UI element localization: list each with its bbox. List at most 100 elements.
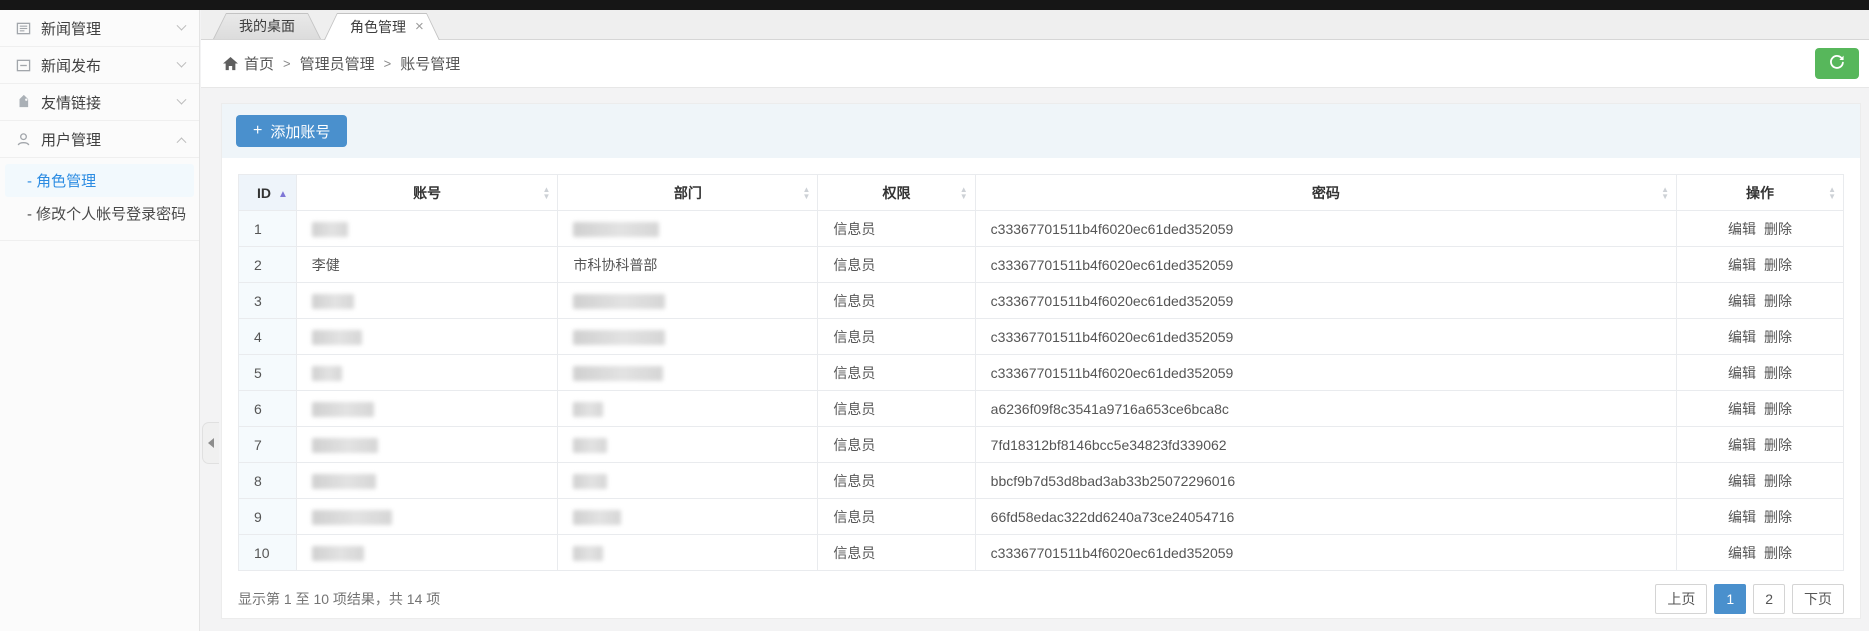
- column-header-label: 操作: [1746, 185, 1774, 201]
- cell-actions: 编辑删除: [1677, 247, 1844, 283]
- sidebar-item-label: 友情链接: [41, 92, 101, 113]
- cell-department: [558, 211, 818, 247]
- sidebar-item-label: 用户管理: [41, 129, 101, 150]
- cell-id: 4: [239, 319, 297, 355]
- refresh-icon: [1829, 54, 1845, 73]
- redacted-value: [573, 330, 665, 345]
- sort-arrows-icon: ▲▼: [960, 186, 968, 200]
- delete-link[interactable]: 删除: [1764, 257, 1792, 273]
- cell-role: 信息员: [818, 211, 975, 247]
- breadcrumb-home[interactable]: 首页: [244, 53, 274, 74]
- refresh-button[interactable]: [1815, 48, 1859, 79]
- redacted-value: [573, 438, 607, 453]
- cell-account: [296, 499, 558, 535]
- column-header[interactable]: 权限 ▲▼: [818, 175, 975, 211]
- sidebar-item-friendly-links[interactable]: 友情链接: [0, 84, 199, 121]
- edit-link[interactable]: 编辑: [1728, 437, 1756, 453]
- sort-arrows-icon: ▲▼: [542, 186, 550, 200]
- cell-id: 3: [239, 283, 297, 319]
- cell-account: [296, 463, 558, 499]
- cell-role: 信息员: [818, 463, 975, 499]
- tab-label: 我的桌面: [239, 16, 295, 36]
- home-icon: [223, 57, 238, 71]
- column-header-label: 账号: [413, 185, 441, 201]
- delete-link[interactable]: 删除: [1764, 365, 1792, 381]
- column-header-label: ID: [257, 185, 271, 201]
- sidebar-subitem-role-management[interactable]: - 角色管理: [5, 164, 194, 197]
- table-body: 1信息员c33367701511b4f6020ec61ded352059编辑删除…: [239, 211, 1844, 571]
- cell-id: 10: [239, 535, 297, 571]
- edit-link[interactable]: 编辑: [1728, 293, 1756, 309]
- collapse-left-arrow-icon: [208, 438, 214, 448]
- column-header[interactable]: 操作 ▲▼: [1677, 175, 1844, 211]
- redacted-value: [312, 510, 392, 525]
- delete-link[interactable]: 删除: [1764, 329, 1792, 345]
- cell-department: [558, 499, 818, 535]
- redacted-value: [312, 438, 378, 453]
- user-icon: [14, 131, 32, 147]
- add-account-button[interactable]: + 添加账号: [236, 115, 347, 147]
- delete-link[interactable]: 删除: [1764, 293, 1792, 309]
- cell-actions: 编辑删除: [1677, 391, 1844, 427]
- pagination-prev-button[interactable]: 上页: [1655, 584, 1707, 614]
- edit-link[interactable]: 编辑: [1728, 473, 1756, 489]
- edit-link[interactable]: 编辑: [1728, 401, 1756, 417]
- edit-link[interactable]: 编辑: [1728, 545, 1756, 561]
- delete-link[interactable]: 删除: [1764, 473, 1792, 489]
- chevron-down-icon: [177, 57, 187, 67]
- cell-id: 6: [239, 391, 297, 427]
- cell-id: 1: [239, 211, 297, 247]
- newspaper-icon: [14, 20, 32, 36]
- cell-role: 信息员: [818, 499, 975, 535]
- cell-id: 7: [239, 427, 297, 463]
- breadcrumb-separator: >: [384, 56, 392, 71]
- tab-my-desktop[interactable]: 我的桌面: [213, 13, 321, 39]
- breadcrumb-account-management[interactable]: 账号管理: [400, 53, 460, 74]
- edit-link[interactable]: 编辑: [1728, 329, 1756, 345]
- cell-actions: 编辑删除: [1677, 499, 1844, 535]
- redacted-value: [312, 222, 348, 237]
- sidebar-item-user-management[interactable]: 用户管理: [0, 121, 199, 158]
- redacted-value: [573, 402, 603, 417]
- delete-link[interactable]: 删除: [1764, 545, 1792, 561]
- edit-link[interactable]: 编辑: [1728, 365, 1756, 381]
- column-header[interactable]: 部门▲▼: [558, 175, 818, 211]
- column-header-label: 密码: [1312, 185, 1340, 201]
- app-window: 新闻管理 新闻发布 友情链接 用户管理 - 角色管理: [0, 0, 1869, 631]
- table-row: 6信息员a6236f09f8c3541a9716a653ce6bca8c编辑删除: [239, 391, 1844, 427]
- delete-link[interactable]: 删除: [1764, 437, 1792, 453]
- sidebar-item-news-management[interactable]: 新闻管理: [0, 10, 199, 47]
- cell-password: 66fd58edac322dd6240a73ce24054716: [975, 499, 1676, 535]
- sort-arrows-icon: ▲▼: [1828, 186, 1836, 200]
- sidebar-collapse-handle[interactable]: [202, 422, 219, 464]
- delete-link[interactable]: 删除: [1764, 509, 1792, 525]
- redacted-value: [573, 474, 607, 489]
- pagination-page-1-button[interactable]: 1: [1714, 584, 1746, 614]
- cell-actions: 编辑删除: [1677, 319, 1844, 355]
- sidebar-subitem-change-password[interactable]: - 修改个人帐号登录密码: [0, 197, 199, 230]
- edit-link[interactable]: 编辑: [1728, 509, 1756, 525]
- edit-link[interactable]: 编辑: [1728, 257, 1756, 273]
- pagination-page-2-button[interactable]: 2: [1753, 584, 1785, 614]
- redacted-value: [312, 402, 374, 417]
- column-header[interactable]: ID▲: [239, 175, 297, 211]
- cell-account: 李健: [296, 247, 558, 283]
- pagination-next-button[interactable]: 下页: [1792, 584, 1844, 614]
- sidebar-item-news-publish[interactable]: 新闻发布: [0, 47, 199, 84]
- tab-close-icon[interactable]: ×: [415, 19, 424, 34]
- column-header-label: 权限: [883, 185, 911, 201]
- cell-role: 信息员: [818, 355, 975, 391]
- delete-link[interactable]: 删除: [1764, 221, 1792, 237]
- redacted-value: [573, 510, 621, 525]
- tab-bar: 我的桌面 角色管理 ×: [201, 10, 1869, 40]
- delete-link[interactable]: 删除: [1764, 401, 1792, 417]
- top-black-bar: [0, 0, 1869, 10]
- column-header[interactable]: 账号 ▲▼: [296, 175, 558, 211]
- tab-role-management[interactable]: 角色管理 ×: [324, 13, 440, 40]
- breadcrumb-admin-management[interactable]: 管理员管理: [300, 53, 375, 74]
- edit-link[interactable]: 编辑: [1728, 221, 1756, 237]
- table-row: 5信息员c33367701511b4f6020ec61ded352059编辑删除: [239, 355, 1844, 391]
- redacted-value: [573, 222, 659, 237]
- column-header[interactable]: 密码▲▼: [975, 175, 1676, 211]
- redacted-value: [573, 546, 603, 561]
